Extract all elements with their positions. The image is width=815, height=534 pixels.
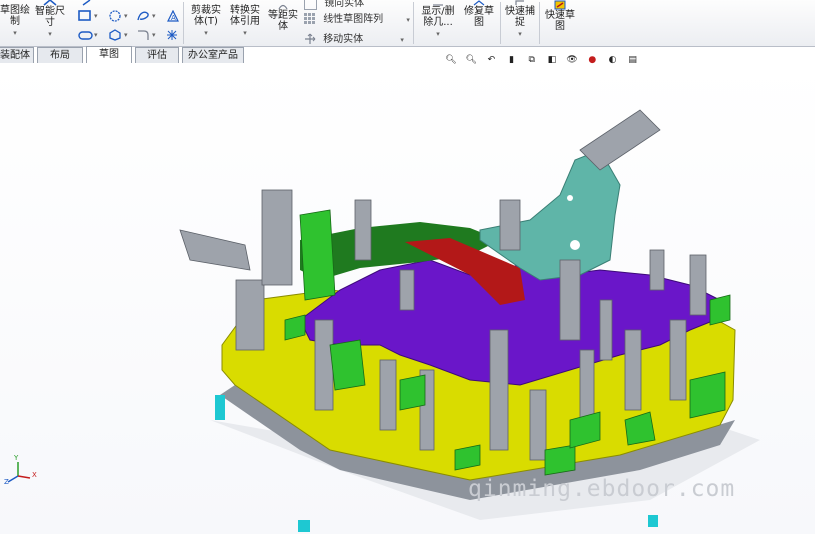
chevron-down-icon: ▾ (204, 29, 208, 37)
move-entities-label: 移动实体 (323, 34, 364, 45)
offset-entities-label: 等距实 体 (268, 10, 298, 32)
display-delete-relations-button[interactable]: 显示/删 除几... ▾ (418, 0, 458, 40)
display-style-icon[interactable]: ◧ (545, 54, 559, 66)
linear-pattern-button[interactable]: 线性草图阵列 ▾ (304, 10, 410, 25)
smart-dimension-button[interactable]: 智能尺 寸 ▾ (32, 0, 68, 40)
offset-entities-button[interactable]: 等距实 体 (265, 0, 301, 32)
ribbon-separator (183, 2, 184, 44)
chevron-down-icon: ▾ (13, 29, 17, 37)
trim-entities-label: 剪裁实 体(T) (191, 5, 221, 27)
rapid-sketch-icon (554, 0, 566, 10)
rapid-sketch-button[interactable]: 快速草 图 (542, 0, 578, 32)
axis-x-label: X (32, 471, 37, 479)
sketch-button-label: 草图绘 制 (0, 5, 30, 27)
hide-show-items-icon[interactable]: 👁︎ (565, 54, 579, 66)
chevron-down-icon[interactable]: ▾ (124, 31, 128, 39)
command-manager-ribbon: 草图绘 制 ▾ 智能尺 寸 ▾ ▾ ▾ ▾ A ▾ ▾ ▾ 剪裁实 体(T) ▾… (0, 0, 815, 47)
trim-entities-button[interactable]: 剪裁实 体(T) ▾ (188, 0, 224, 39)
sketch-tools-grid: ▾ ▾ ▾ A ▾ ▾ ▾ (74, 0, 184, 46)
tab-office-products[interactable]: 办公室产品 (182, 47, 244, 63)
chevron-down-icon[interactable]: ▾ (94, 12, 98, 20)
chevron-down-icon: ▾ (406, 16, 410, 24)
spline-icon[interactable] (136, 10, 150, 22)
chevron-down-icon[interactable]: ▾ (124, 12, 128, 20)
line-icon[interactable] (82, 0, 92, 6)
command-manager-tabs: 装配体 布局 草图 评估 办公室产品 (0, 46, 815, 64)
polygon-icon[interactable] (108, 29, 122, 41)
previous-view-icon[interactable]: ↶ (484, 54, 498, 66)
repair-sketch-button[interactable]: 修复草 图 (460, 0, 498, 28)
zoom-to-area-icon[interactable]: 🔍︎ (464, 54, 478, 66)
rapid-sketch-label: 快速草 图 (545, 10, 575, 32)
ribbon-separator (413, 2, 414, 44)
smart-dimension-label: 智能尺 寸 (35, 6, 65, 28)
offset-icon (278, 4, 288, 10)
chevron-down-icon: ▾ (436, 30, 440, 38)
sketch-button[interactable]: 草图绘 制 ▾ (0, 0, 30, 39)
section-view-icon[interactable]: ▮ (505, 54, 519, 66)
chevron-down-icon[interactable]: ▾ (94, 31, 98, 39)
repair-sketch-label: 修复草 图 (464, 6, 494, 28)
quick-snaps-button[interactable]: 快速捕 捉 ▾ (503, 0, 537, 40)
convert-entities-button[interactable]: 转换实 体引用 ▾ (226, 0, 264, 39)
point-icon[interactable] (166, 29, 178, 41)
tab-sketch[interactable]: 草图 (86, 46, 132, 64)
axis-triad-icon (7, 462, 31, 483)
chevron-down-icon[interactable]: ▾ (152, 31, 156, 39)
mirror-entities-button[interactable]: 镜向实体 (304, 0, 364, 10)
view-orientation-icon[interactable]: ⧉ (525, 54, 539, 66)
ribbon-separator (500, 2, 501, 44)
zoom-to-fit-icon[interactable]: 🔍︎ (444, 54, 458, 66)
linear-pattern-icon (304, 13, 315, 24)
tab-layout[interactable]: 布局 (37, 47, 83, 63)
tab-assembly[interactable]: 装配体 (0, 47, 34, 63)
chevron-down-icon: ▾ (518, 30, 522, 38)
chevron-down-icon: ▾ (243, 29, 247, 37)
quick-snaps-label: 快速捕 捉 (505, 6, 535, 28)
chevron-down-icon: ▾ (48, 30, 52, 38)
circle-icon[interactable] (108, 10, 122, 22)
fixture-assembly-model[interactable] (0, 63, 815, 534)
rectangle-icon[interactable] (78, 10, 92, 22)
svg-text:A: A (171, 14, 176, 22)
ribbon-separator (539, 2, 540, 44)
convert-entities-label: 转换实 体引用 (230, 5, 260, 27)
text-icon[interactable]: A (166, 10, 180, 22)
graphics-area[interactable]: X Y Z (0, 63, 815, 534)
chevron-down-icon: ▾ (400, 36, 404, 44)
heads-up-view-toolbar: 🔍︎ 🔍︎ ↶ ▮ ⧉ ◧ 👁︎ ● ◐ ▤ (444, 54, 643, 68)
reference-triad: X Y Z (4, 454, 44, 488)
linear-pattern-label: 线性草图阵列 (323, 14, 384, 25)
chevron-down-icon[interactable]: ▾ (152, 12, 156, 20)
tab-evaluate[interactable]: 评估 (135, 47, 179, 63)
edit-appearance-icon[interactable]: ● (585, 54, 599, 66)
display-delete-relations-label: 显示/删 除几... (421, 6, 455, 28)
axis-y-label: Y (14, 454, 19, 462)
watermark-text: qinming.ebdoor.com (468, 476, 736, 502)
view-settings-icon[interactable]: ▤ (626, 54, 640, 66)
slot-icon[interactable] (78, 30, 94, 40)
move-icon (305, 33, 316, 44)
fillet-icon[interactable] (136, 29, 150, 41)
apply-scene-icon[interactable]: ◐ (606, 54, 620, 66)
mirror-icon (304, 0, 317, 10)
move-entities-button[interactable]: 移动实体 ▾ (304, 30, 404, 45)
mirror-entities-label: 镜向实体 (324, 0, 365, 9)
teal-hole (567, 195, 573, 201)
teal-hole (570, 240, 580, 250)
axis-z-label: Z (4, 478, 9, 486)
